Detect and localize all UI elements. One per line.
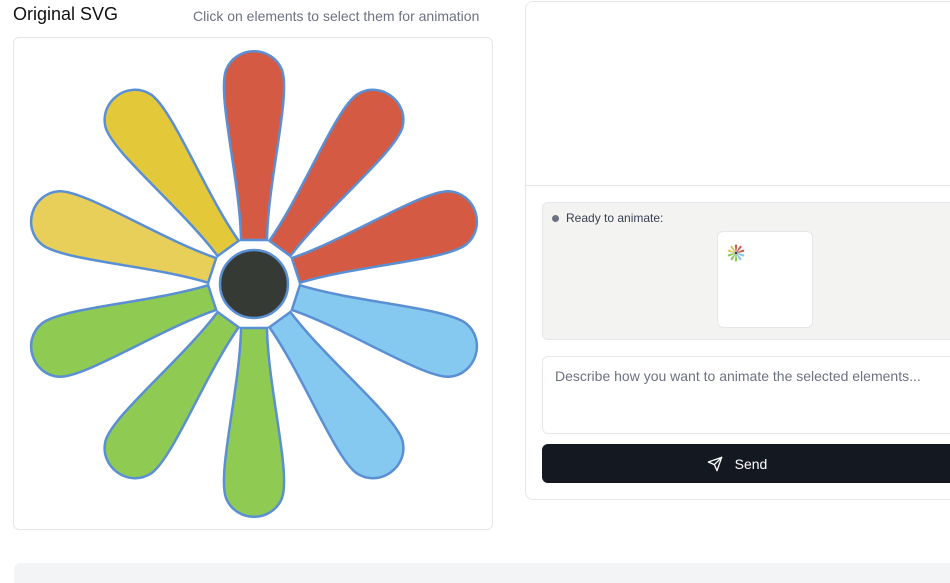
status-text: Ready to animate: — [566, 211, 664, 225]
status-dot-icon — [552, 215, 559, 222]
flower-svg — [29, 50, 479, 518]
panel-divider — [526, 185, 950, 186]
selection-hint: Click on elements to select them for ani… — [193, 8, 480, 24]
petal-top[interactable] — [222, 50, 286, 242]
selected-element-thumbnail[interactable] — [717, 231, 813, 328]
animation-prompt-input[interactable] — [542, 356, 950, 434]
send-icon — [707, 456, 723, 472]
petal-bottom[interactable] — [222, 326, 286, 518]
svg-canvas — [13, 37, 493, 530]
flower-thumbnail-icon — [727, 244, 745, 262]
send-label: Send — [734, 455, 768, 472]
bottom-panel — [14, 563, 950, 583]
send-button[interactable]: Send — [542, 444, 950, 483]
page-title: Original SVG — [13, 4, 119, 24]
flower-center[interactable] — [218, 248, 290, 320]
